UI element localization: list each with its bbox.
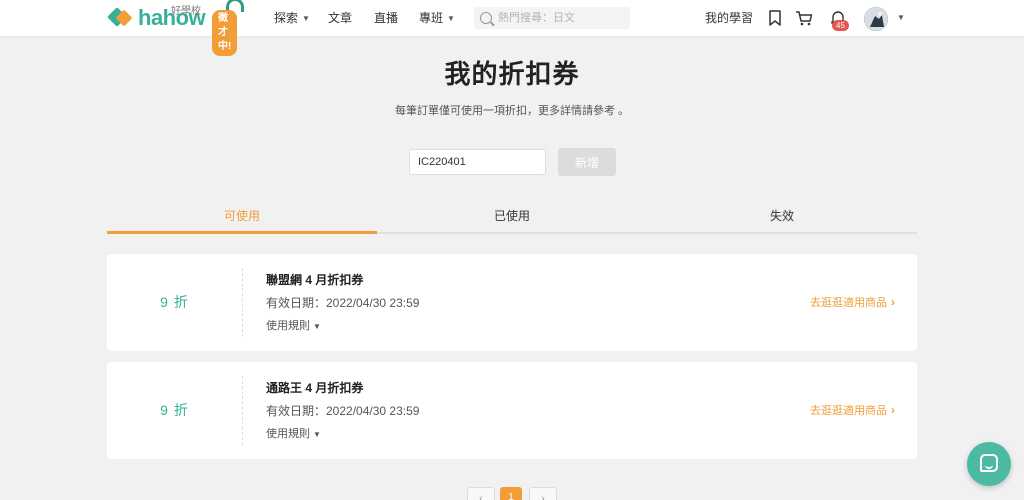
coupon-tabs: 可使用 已使用 失效 [107, 202, 917, 234]
tab-used[interactable]: 已使用 [377, 202, 647, 232]
browse-eligible-products-link[interactable]: 去逛逛適用商品 › [810, 294, 895, 310]
search-icon [480, 12, 492, 24]
caret-down-icon[interactable]: ▼ [897, 13, 905, 22]
caret-down-icon: ▼ [302, 13, 310, 23]
cart-icon[interactable] [795, 9, 813, 27]
coupon-rules-toggle[interactable]: 使用規則 ▼ [266, 317, 321, 333]
browse-eligible-products-link[interactable]: 去逛逛適用商品 › [810, 402, 895, 418]
nav-programs[interactable]: 專班 ▼ [419, 0, 455, 36]
nav-live[interactable]: 直播 [374, 0, 398, 36]
hahow-logo[interactable]: hahow 好學校 徵才中! [107, 0, 244, 56]
coupon-name: 通路王 4 月折扣券 [266, 381, 364, 395]
nav-explore-label: 探索 [274, 11, 299, 25]
avatar-image-icon [864, 7, 888, 31]
logo-mark-icon [107, 7, 134, 29]
add-coupon-button[interactable]: 新增 [558, 148, 616, 176]
chevron-right-icon: › [541, 493, 545, 500]
coupon-discount: 9 折 [160, 402, 189, 418]
coupon-code-input[interactable] [409, 149, 546, 175]
caret-down-icon: ▼ [313, 430, 321, 439]
chat-support-button[interactable] [967, 442, 1011, 486]
tab-expired[interactable]: 失效 [647, 202, 917, 232]
coupon-expiry: 有效日期：2022/04/30 23:59 [266, 296, 420, 310]
browse-label: 去逛逛適用商品 [810, 405, 887, 417]
coupon-discount: 9 折 [160, 294, 189, 310]
search-input[interactable] [498, 12, 618, 24]
chevron-right-icon: › [891, 403, 895, 417]
next-page-button[interactable]: › [529, 487, 557, 500]
browse-label: 去逛逛適用商品 [810, 297, 887, 309]
nav-articles-label: 文章 [328, 11, 353, 25]
chat-bubble-icon [980, 454, 998, 472]
recruit-badge[interactable]: 徵才中! [212, 10, 238, 56]
bookmark-icon[interactable] [766, 9, 784, 27]
coupon-card: 9 折 通路王 4 月折扣券 有效日期：2022/04/30 23:59 使用規… [107, 362, 917, 459]
chevron-right-icon: › [891, 295, 895, 309]
tab-available[interactable]: 可使用 [107, 202, 377, 234]
caret-down-icon: ▼ [313, 322, 321, 331]
my-learning-link[interactable]: 我的學習 [705, 0, 753, 36]
nav-live-label: 直播 [374, 11, 399, 25]
page-number-current[interactable]: 1 [500, 487, 522, 500]
nav-programs-label: 專班 [419, 11, 444, 25]
coupon-rules-toggle[interactable]: 使用規則 ▼ [266, 425, 321, 441]
coupon-rules-label: 使用規則 [266, 320, 310, 332]
coupon-name: 聯盟網 4 月折扣券 [266, 273, 364, 287]
coupon-divider [242, 268, 243, 337]
page-subtitle: 每筆訂單僅可使用一項折扣，更多詳情請參考 。 [394, 105, 630, 117]
coupon-card: 9 折 聯盟網 4 月折扣券 有效日期：2022/04/30 23:59 使用規… [107, 254, 917, 351]
coupon-expiry: 有效日期：2022/04/30 23:59 [266, 404, 420, 418]
chevron-left-icon: ‹ [479, 493, 483, 500]
page-title: 我的折扣券 [444, 59, 580, 89]
avatar[interactable] [864, 7, 888, 31]
coupon-rules-label: 使用規則 [266, 428, 310, 440]
top-navbar: hahow 好學校 徵才中! 探索▼ 文章 直播 專班▼ 我的學習 45 [0, 0, 1024, 56]
nav-articles[interactable]: 文章 [328, 0, 352, 36]
notification-count-badge: 45 [832, 20, 849, 31]
coupon-divider [242, 376, 243, 445]
logo-subtext: 好學校 [171, 6, 201, 17]
prev-page-button[interactable]: ‹ [467, 487, 495, 500]
caret-down-icon: ▼ [447, 13, 455, 23]
nav-explore[interactable]: 探索 ▼ [274, 0, 310, 36]
search-box[interactable] [474, 7, 630, 29]
